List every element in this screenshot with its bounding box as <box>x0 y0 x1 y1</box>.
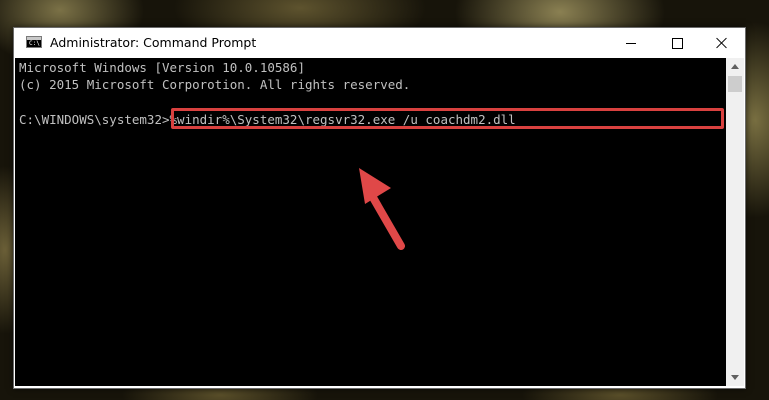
title-bar[interactable]: C:\ Administrator: Command Prompt <box>14 28 745 58</box>
console-line-copyright: (c) 2015 Microsoft Corporotion. All righ… <box>19 77 411 92</box>
scroll-up-arrow-icon <box>731 64 739 69</box>
close-button[interactable] <box>699 28 745 58</box>
scroll-down-arrow-icon <box>731 375 739 380</box>
scroll-down-button[interactable] <box>726 369 744 386</box>
command-highlight-box <box>171 108 724 129</box>
close-icon <box>716 37 728 49</box>
command-prompt-path: C:\WINDOWS\system32> <box>19 112 170 127</box>
scroll-up-button[interactable] <box>726 58 744 75</box>
window-title: Administrator: Command Prompt <box>50 35 257 50</box>
scrollbar-thumb[interactable] <box>728 76 742 92</box>
cmd-app-icon: C:\ <box>26 36 42 48</box>
console-line-version: Microsoft Windows [Version 10.0.10586] <box>19 60 305 75</box>
minimize-icon <box>626 42 636 44</box>
maximize-button[interactable] <box>654 28 700 58</box>
maximize-icon <box>671 37 683 49</box>
console-output[interactable]: Microsoft Windows [Version 10.0.10586] (… <box>15 58 726 386</box>
vertical-scrollbar[interactable] <box>726 58 744 386</box>
command-prompt-window: C:\ Administrator: Command Prompt Micros… <box>13 27 746 389</box>
pointer-arrow-icon <box>359 168 405 250</box>
minimize-button[interactable] <box>608 28 654 58</box>
